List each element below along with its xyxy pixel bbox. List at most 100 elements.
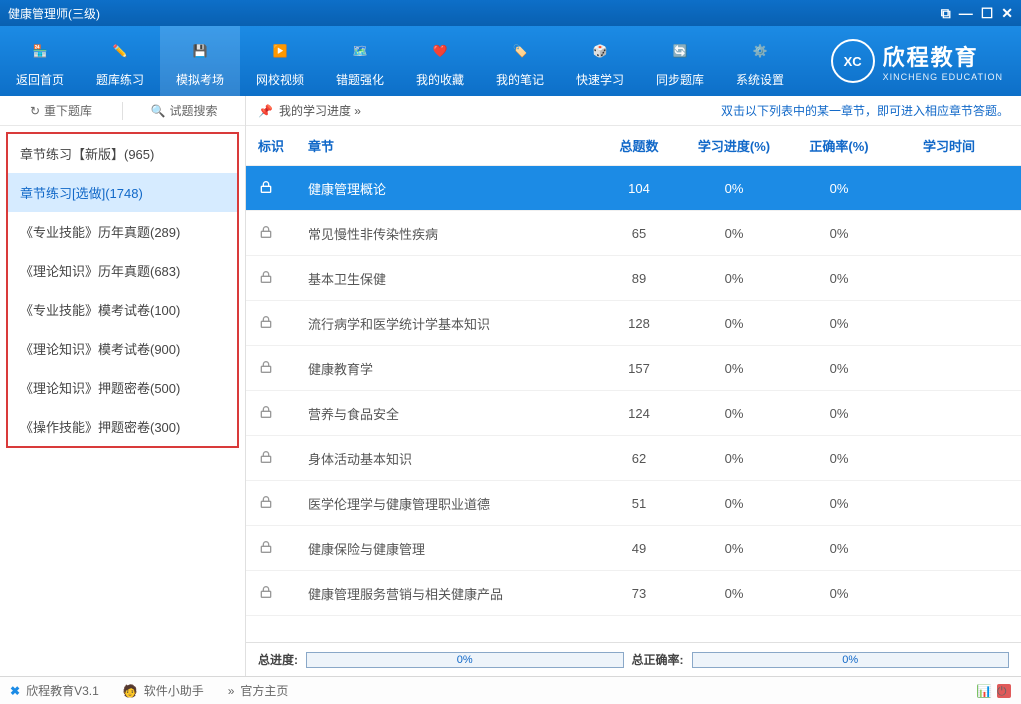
accuracy-pct: 0% (789, 586, 889, 601)
arrow-icon: » (228, 684, 235, 698)
table-body[interactable]: 健康管理概论 104 0% 0% 常见慢性非传染性疾病 65 0% 0% 基本卫… (246, 166, 1021, 642)
accuracy-pct: 0% (789, 361, 889, 376)
total-count: 51 (599, 496, 679, 511)
total-count: 62 (599, 451, 679, 466)
toolbar-label: 题库练习 (96, 71, 144, 88)
col-mark: 标识 (258, 136, 308, 155)
toolbar-dice[interactable]: 🎲快速学习 (560, 26, 640, 96)
toolbar-gear[interactable]: ⚙️系统设置 (720, 26, 800, 96)
official-home-link[interactable]: » 官方主页 (228, 682, 289, 699)
search-icon: 🔍 (151, 104, 166, 118)
lock-icon (258, 359, 308, 378)
my-progress-link[interactable]: 📌 我的学习进度 » (258, 102, 361, 119)
accuracy-pct: 0% (789, 226, 889, 241)
total-progress-label: 总进度: (258, 651, 298, 668)
progress-pct: 0% (679, 271, 789, 286)
status-red-icon[interactable]: ⏻ (997, 684, 1011, 698)
maximize-button[interactable]: ☐ (981, 5, 994, 22)
col-total: 总题数 (599, 136, 679, 155)
progress-pct: 0% (679, 541, 789, 556)
restore-button[interactable]: ⧉ (941, 5, 951, 22)
chapter-row[interactable]: 流行病学和医学统计学基本知识 128 0% 0% (246, 301, 1021, 346)
toolbar-label: 错题强化 (336, 71, 384, 88)
toolbar-home[interactable]: 🏪返回首页 (0, 26, 80, 96)
chapter-row[interactable]: 健康教育学 157 0% 0% (246, 346, 1021, 391)
total-accuracy-bar: 0% (692, 652, 1010, 668)
toolbar-pencil[interactable]: ✏️ 题库练习 (80, 26, 160, 96)
progress-pct: 0% (679, 316, 789, 331)
close-button[interactable]: ✕ (1001, 5, 1013, 22)
chapter-name: 健康保险与健康管理 (308, 539, 599, 558)
app-version: ✖ 欣程教育V3.1 (10, 682, 99, 699)
window-title: 健康管理师(三级) (8, 5, 100, 22)
toolbar-label: 同步题库 (656, 71, 704, 88)
col-accuracy: 正确率(%) (789, 136, 889, 155)
map-icon: 🗺️ (344, 35, 376, 67)
category-item[interactable]: 《理论知识》历年真题(683) (8, 251, 237, 290)
lock-icon (258, 224, 308, 243)
total-count: 124 (599, 406, 679, 421)
accuracy-pct: 0% (789, 541, 889, 556)
lock-icon (258, 494, 308, 513)
toolbar-label: 我的收藏 (416, 71, 464, 88)
chapter-name: 营养与食品安全 (308, 404, 599, 423)
pencil-icon: ✏️ (104, 35, 136, 67)
search-questions[interactable]: 🔍 试题搜索 (123, 102, 245, 119)
logo-icon: ✖ (10, 684, 20, 698)
toolbar-tag[interactable]: 🏷️我的笔记 (480, 26, 560, 96)
chapter-row[interactable]: 健康管理服务营销与相关健康产品 73 0% 0% (246, 571, 1021, 616)
toolbar-label: 网校视频 (256, 71, 304, 88)
toolbar-map[interactable]: 🗺️ 错题强化 (320, 26, 400, 96)
category-list: 章节练习【新版】(965)章节练习[选做](1748)《专业技能》历年真题(28… (6, 132, 239, 448)
chapter-row[interactable]: 基本卫生保健 89 0% 0% (246, 256, 1021, 301)
play-icon: ▶️ (264, 35, 296, 67)
heart-icon: ❤️ (424, 35, 456, 67)
toolbar-save[interactable]: 💾模拟考场 (160, 26, 240, 96)
progress-pct: 0% (679, 361, 789, 376)
toolbar-play[interactable]: ▶️ 网校视频 (240, 26, 320, 96)
chapter-row[interactable]: 健康管理概论 104 0% 0% (246, 166, 1021, 211)
chapter-name: 身体活动基本知识 (308, 449, 599, 468)
minimize-button[interactable]: — (959, 5, 973, 21)
reload-icon: ↻ (30, 104, 40, 118)
progress-pct: 0% (679, 586, 789, 601)
accuracy-pct: 0% (789, 406, 889, 421)
main-panel: 📌 我的学习进度 » 双击以下列表中的某一章节，即可进入相应章节答题。 标识 章… (246, 96, 1021, 676)
helper-link[interactable]: 🧑 软件小助手 (123, 682, 204, 699)
chapter-row[interactable]: 常见慢性非传染性疾病 65 0% 0% (246, 211, 1021, 256)
chapter-name: 健康管理服务营销与相关健康产品 (308, 584, 599, 603)
lock-icon (258, 539, 308, 558)
body: ↻ 重下题库 🔍 试题搜索 章节练习【新版】(965)章节练习[选做](1748… (0, 96, 1021, 676)
status-green-icon[interactable]: 📊 (977, 684, 991, 698)
toolbar-sync[interactable]: 🔄同步题库 (640, 26, 720, 96)
chapter-row[interactable]: 营养与食品安全 124 0% 0% (246, 391, 1021, 436)
category-item[interactable]: 《专业技能》历年真题(289) (8, 212, 237, 251)
main-toolbar: 🏪返回首页 ✏️ 题库练习 💾模拟考场 ▶️ 网校视频 🗺️ 错题强化 ❤️ 我的收藏 🏷️我的笔记… (0, 26, 1021, 96)
progress-footer: 总进度: 0% 总正确率: 0% (246, 642, 1021, 676)
reload-questions[interactable]: ↻ 重下题库 (0, 102, 122, 119)
col-chapter: 章节 (308, 136, 599, 155)
total-accuracy-label: 总正确率: (632, 651, 684, 668)
pin-icon: 📌 (258, 104, 273, 118)
category-item[interactable]: 《操作技能》押题密卷(300) (8, 407, 237, 446)
progress-pct: 0% (679, 406, 789, 421)
lock-icon (258, 314, 308, 333)
toolbar-heart[interactable]: ❤️ 我的收藏 (400, 26, 480, 96)
category-item[interactable]: 章节练习【新版】(965) (8, 134, 237, 173)
category-item[interactable]: 《理论知识》押题密卷(500) (8, 368, 237, 407)
progress-pct: 0% (679, 451, 789, 466)
chapter-row[interactable]: 健康保险与健康管理 49 0% 0% (246, 526, 1021, 571)
col-progress: 学习进度(%) (679, 136, 789, 155)
chapter-name: 健康教育学 (308, 359, 599, 378)
category-item[interactable]: 《专业技能》模考试卷(100) (8, 290, 237, 329)
toolbar-label: 快速学习 (576, 71, 624, 88)
chapter-name: 常见慢性非传染性疾病 (308, 224, 599, 243)
chapter-row[interactable]: 医学伦理学与健康管理职业道德 51 0% 0% (246, 481, 1021, 526)
category-item[interactable]: 《理论知识》模考试卷(900) (8, 329, 237, 368)
accuracy-pct: 0% (789, 316, 889, 331)
app-window: 健康管理师(三级) ⧉ — ☐ ✕ 🏪返回首页 ✏️ 题库练习 💾模拟考场 ▶️ 网校视频… (0, 0, 1021, 704)
brand: XC欣程教育XINCHENG EDUCATION (800, 39, 1021, 83)
category-item[interactable]: 章节练习[选做](1748) (8, 173, 237, 212)
chapter-row[interactable]: 身体活动基本知识 62 0% 0% (246, 436, 1021, 481)
home-icon: 🏪 (24, 35, 56, 67)
